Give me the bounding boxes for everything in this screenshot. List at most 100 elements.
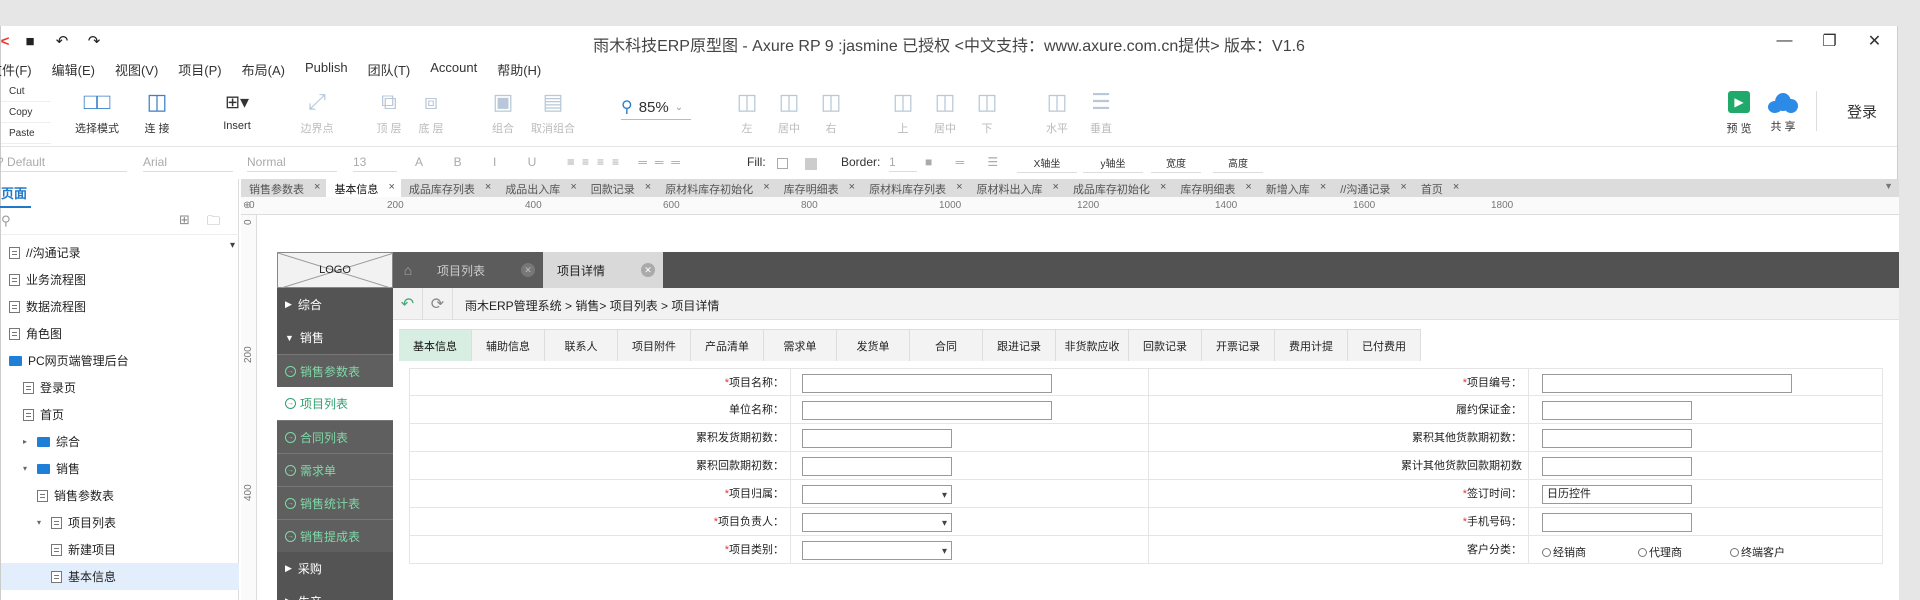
tree-item[interactable]: //沟通记录 — [1, 239, 239, 266]
bottom-layer-button[interactable]: ⧈ 底 层 — [401, 87, 461, 136]
text-field[interactable] — [802, 457, 952, 476]
ungroup-button[interactable]: ▤ 取消组合 — [523, 87, 583, 136]
document-tab[interactable]: 库存明细表 × — [776, 179, 861, 197]
side-menu-item[interactable]: → 销售提成表 — [277, 519, 393, 552]
text-field[interactable] — [802, 429, 952, 448]
detail-tab[interactable]: 开票记录 — [1202, 329, 1275, 361]
radio-button[interactable] — [1542, 547, 1551, 557]
detail-tab[interactable]: 项目附件 — [618, 329, 691, 361]
text-field[interactable] — [1542, 401, 1692, 420]
login-button[interactable]: 登录 — [1847, 101, 1877, 122]
detail-tab[interactable]: 合同 — [910, 329, 983, 361]
tree-item[interactable]: 业务流程图 — [1, 266, 239, 293]
side-menu-item[interactable]: ▶ 综合 — [277, 288, 393, 321]
width-input[interactable]: 宽度 — [1151, 155, 1201, 173]
border-width-input[interactable]: 1 — [889, 155, 917, 172]
close-icon[interactable]: × — [388, 181, 394, 197]
tab-pages[interactable]: 页面 — [0, 183, 32, 208]
close-icon[interactable]: × — [1160, 181, 1166, 197]
y-coordinate-input[interactable]: y轴坐 — [1083, 155, 1143, 173]
detail-tab[interactable]: 已付费用 — [1348, 329, 1421, 361]
close-icon[interactable]: × — [956, 181, 962, 197]
tree-item[interactable]: 新建项目 — [1, 536, 239, 563]
text-field[interactable] — [1542, 457, 1692, 476]
add-folder-icon[interactable]: 🗀 — [207, 212, 220, 234]
border-style-buttons[interactable]: ■ ═ ☰ — [925, 155, 1008, 169]
menu-help[interactable]: 帮助(H) — [487, 56, 551, 80]
close-icon[interactable]: × — [485, 181, 491, 197]
close-button[interactable]: ✕ — [1852, 26, 1897, 56]
radio-option[interactable]: 经销商 — [1542, 544, 1586, 560]
detail-tab[interactable]: 非货款应收 — [1056, 329, 1129, 361]
text-field[interactable] — [802, 401, 1052, 420]
select-mode-button[interactable]: □□ 选择模式 — [67, 87, 127, 136]
text-field[interactable] — [1542, 374, 1792, 393]
share-button[interactable]: 共 享 — [1753, 87, 1813, 134]
close-icon[interactable]: × — [1053, 181, 1059, 197]
detail-tab[interactable]: 基本信息 — [399, 329, 472, 361]
detail-tab[interactable]: 发货单 — [837, 329, 910, 361]
zoom-select[interactable]: ⚲ 85% ⌄ — [621, 97, 691, 120]
tree-item[interactable]: PC网页端管理后台 — [1, 347, 239, 374]
close-icon[interactable]: ✕ — [641, 263, 655, 277]
tree-item[interactable]: 基本信息 — [1, 563, 239, 590]
side-menu-item[interactable]: → 需求单 — [277, 453, 393, 486]
text-style-buttons[interactable]: A B I U ≡ — [415, 155, 589, 169]
tree-item[interactable]: 首页 — [1, 401, 239, 428]
design-canvas[interactable]: LOGO ⌂ 项目列表 ✕ 项目详情 ✕ ▶ 综合 ▼ 销售 → 销售参数表 → 项目列表 → 合… — [257, 215, 1899, 600]
menu-project[interactable]: 项目(P) — [168, 56, 231, 80]
document-tab[interactable]: 库存明细表 × — [1172, 179, 1257, 197]
select-field[interactable] — [802, 541, 952, 560]
menu-account[interactable]: Account — [420, 56, 487, 80]
chevron-down-icon[interactable]: ▼ — [1884, 179, 1899, 197]
insert-button[interactable]: ⊞▾ Insert — [207, 87, 267, 133]
refresh-icon[interactable]: ⟳ — [423, 288, 453, 320]
detail-tab[interactable]: 费用计提 — [1275, 329, 1348, 361]
document-tab[interactable]: 成品出入库 × — [497, 179, 582, 197]
tab-project-list[interactable]: 项目列表 ✕ — [423, 252, 543, 288]
caret-down-icon[interactable]: ▾ — [23, 464, 33, 473]
detail-tab[interactable]: 产品清单 — [691, 329, 764, 361]
text-field[interactable] — [802, 374, 1052, 393]
document-tab[interactable]: 成品库存初始化 × — [1065, 179, 1172, 197]
detail-tab[interactable]: 需求单 — [764, 329, 837, 361]
boundary-point-button[interactable]: ⤢ 边界点 — [287, 87, 347, 136]
side-menu-item[interactable]: ▶ 采购 — [277, 552, 393, 585]
radio-button[interactable] — [1730, 547, 1739, 557]
side-menu-item[interactable]: → 销售统计表 — [277, 486, 393, 519]
close-icon[interactable]: × — [1400, 181, 1406, 197]
document-tab[interactable]: 原材料库存列表 × — [861, 179, 968, 197]
tree-item[interactable]: 登录页 — [1, 374, 239, 401]
cut-button[interactable]: Cut — [1, 81, 51, 102]
tree-item[interactable]: ▾ 项目列表 — [1, 509, 239, 536]
add-page-icon[interactable]: ⊞ — [179, 212, 190, 228]
caret-down-icon[interactable]: ▾ — [37, 518, 47, 527]
text-field[interactable]: 日历控件 — [1542, 485, 1692, 504]
caret-right-icon[interactable]: ▸ — [23, 437, 33, 446]
close-icon[interactable]: × — [1453, 181, 1459, 197]
paragraph-align-buttons[interactable]: ≡≡≡≡ ═══ — [567, 155, 688, 169]
document-tab[interactable]: 原材料出入库 × — [969, 179, 1065, 197]
radio-button[interactable] — [1638, 547, 1647, 557]
close-icon[interactable]: × — [1245, 181, 1251, 197]
distribute-vertical-button[interactable]: ☰ 垂直 — [1071, 87, 1131, 136]
radio-option[interactable]: 代理商 — [1638, 544, 1682, 560]
document-tab[interactable]: 新增入库 × — [1258, 179, 1332, 197]
document-tab[interactable]: 首页 × — [1413, 179, 1465, 197]
radio-option[interactable]: 终端客户 — [1730, 544, 1785, 560]
menu-view[interactable]: 视图(V) — [105, 56, 168, 80]
side-menu-item[interactable]: → 合同列表 — [277, 420, 393, 453]
tree-item[interactable]: 数据流程图 — [1, 293, 239, 320]
connect-button[interactable]: ◫ 连 接 — [127, 87, 187, 136]
pages-search[interactable]: ⚲ ⊞ 🗀 — [1, 209, 239, 235]
back-icon[interactable]: ↶ — [393, 288, 423, 320]
menu-layout[interactable]: 布局(A) — [232, 56, 295, 80]
close-icon[interactable]: × — [645, 181, 651, 197]
side-menu-item[interactable]: → 项目列表 — [277, 387, 393, 420]
side-menu-item[interactable]: ▼ 销售 — [277, 321, 393, 354]
paste-button[interactable]: Paste — [1, 123, 51, 144]
tree-item[interactable]: 销售参数表 — [1, 482, 239, 509]
tree-item[interactable]: ▸ 综合 — [1, 428, 239, 455]
document-tab[interactable]: 原材料库存初始化 × — [657, 179, 775, 197]
select-field[interactable] — [802, 513, 952, 532]
